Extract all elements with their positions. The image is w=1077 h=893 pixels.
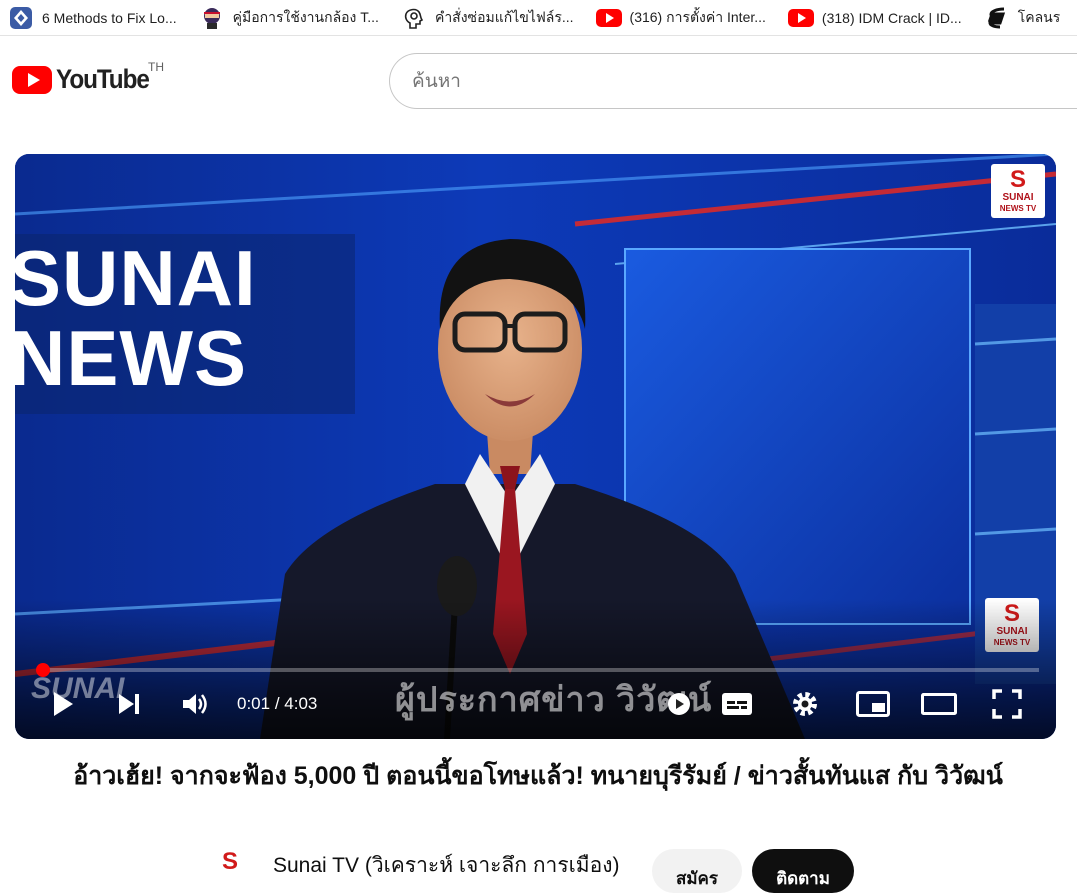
theater-mode-button[interactable] [917, 682, 961, 730]
play-icon [51, 690, 75, 723]
region-code: TH [148, 60, 164, 74]
bookmark-label: (318) IDM Crack | ID... [821, 9, 962, 26]
time-display: 0:01 / 4:03 [237, 694, 317, 714]
join-button[interactable]: สมัคร [652, 849, 742, 893]
current-time: 0:01 [237, 694, 271, 713]
theater-icon [921, 692, 957, 720]
skip-next-icon [117, 693, 141, 720]
bookmark-label: คู่มือการใช้งานกล้อง T... [232, 8, 379, 25]
logo-sub: NEWS TV [999, 204, 1037, 213]
bookmark-label: โคลนร [1017, 8, 1061, 25]
logo-text: YouTube [56, 64, 150, 94]
gear-icon [791, 690, 819, 723]
brand-line: SUNAI [15, 234, 257, 322]
bookmark-item[interactable]: 6 Methods to Fix Lo... [8, 5, 177, 31]
channel-watermark-logo: S SUNAI NEWS TV [991, 164, 1045, 218]
masthead: YouTube TH ค้นหา [0, 36, 1077, 126]
youtube-icon [787, 5, 814, 31]
bookmark-label: 6 Methods to Fix Lo... [42, 9, 177, 26]
bookmark-item[interactable]: (318) IDM Crack | ID... [787, 5, 962, 31]
volume-icon [181, 692, 209, 721]
avatar-letter: S [221, 848, 238, 875]
captions-icon [721, 692, 753, 721]
autoplay-toggle[interactable] [659, 682, 699, 730]
join-label: สมัคร [675, 868, 719, 888]
brand-wall-text: SUNAI NEWS [15, 238, 257, 398]
bookmark-item[interactable]: โคลนร [984, 5, 1061, 31]
channel-avatar[interactable]: S [212, 850, 248, 890]
search-input[interactable]: ค้นหา [389, 53, 1077, 109]
channel-name[interactable]: Sunai TV (วิเคราะห์ เจาะลึก การเมือง) [273, 849, 620, 882]
time-separator: / [274, 694, 280, 713]
ninja-avatar-icon [199, 5, 225, 31]
stylized-e-icon [984, 5, 1010, 31]
logo-s: S [1009, 166, 1026, 193]
bookmark-item[interactable]: คู่มือการใช้งานกล้อง T... [199, 5, 379, 31]
autoplay-icon [661, 692, 697, 721]
brand-line: NEWS [15, 314, 247, 402]
fullscreen-icon [992, 688, 1022, 724]
miniplayer-icon [856, 690, 890, 722]
search-placeholder: ค้นหา [412, 71, 461, 92]
duration: 4:03 [284, 694, 318, 713]
player-controls: 0:01 / 4:03 [15, 682, 1056, 730]
subscribe-button[interactable]: ติดตาม [752, 849, 854, 893]
miniplayer-button[interactable] [851, 682, 895, 730]
bookmark-label: คำสั่งซ่อมแก้ไขไฟล์ร... [434, 8, 574, 25]
youtube-icon [595, 5, 622, 31]
bookmarks-bar: 6 Methods to Fix Lo... คู่มือการใช้งานกล… [0, 0, 1077, 36]
subscribe-label: ติดตาม [776, 868, 830, 888]
video-player[interactable]: SUNAI NEWS S SUNAI NEWS TV S SUNAI NEWS … [15, 154, 1056, 739]
progress-bar[interactable] [36, 663, 1039, 677]
video-title: อ้าวเฮ้ย! จากจะฟ้อง 5,000 ปี ตอนนี้ขอโทษ… [73, 762, 1003, 790]
play-button[interactable] [43, 682, 83, 730]
bookmark-item[interactable]: คำสั่งซ่อมแก้ไขไฟล์ร... [401, 5, 574, 31]
bookmark-item[interactable]: (316) การตั้งค่า Inter... [595, 5, 766, 31]
scrubber-handle[interactable] [36, 663, 50, 677]
youtube-logo[interactable]: YouTube [12, 64, 159, 95]
youtube-play-icon [12, 65, 52, 94]
next-button[interactable] [111, 682, 147, 730]
logo-name: SUNAI [1002, 192, 1034, 203]
subtitles-button[interactable] [717, 682, 757, 730]
volume-button[interactable] [175, 682, 215, 730]
diamond-app-icon [8, 5, 34, 31]
bookmark-label: (316) การตั้งค่า Inter... [629, 8, 766, 25]
fullscreen-button[interactable] [987, 682, 1027, 730]
channel-row: S Sunai TV (วิเคราะห์ เจาะลึก การเมือง) … [0, 845, 1077, 893]
settings-button[interactable] [785, 682, 825, 730]
head-gear-icon [401, 5, 427, 31]
